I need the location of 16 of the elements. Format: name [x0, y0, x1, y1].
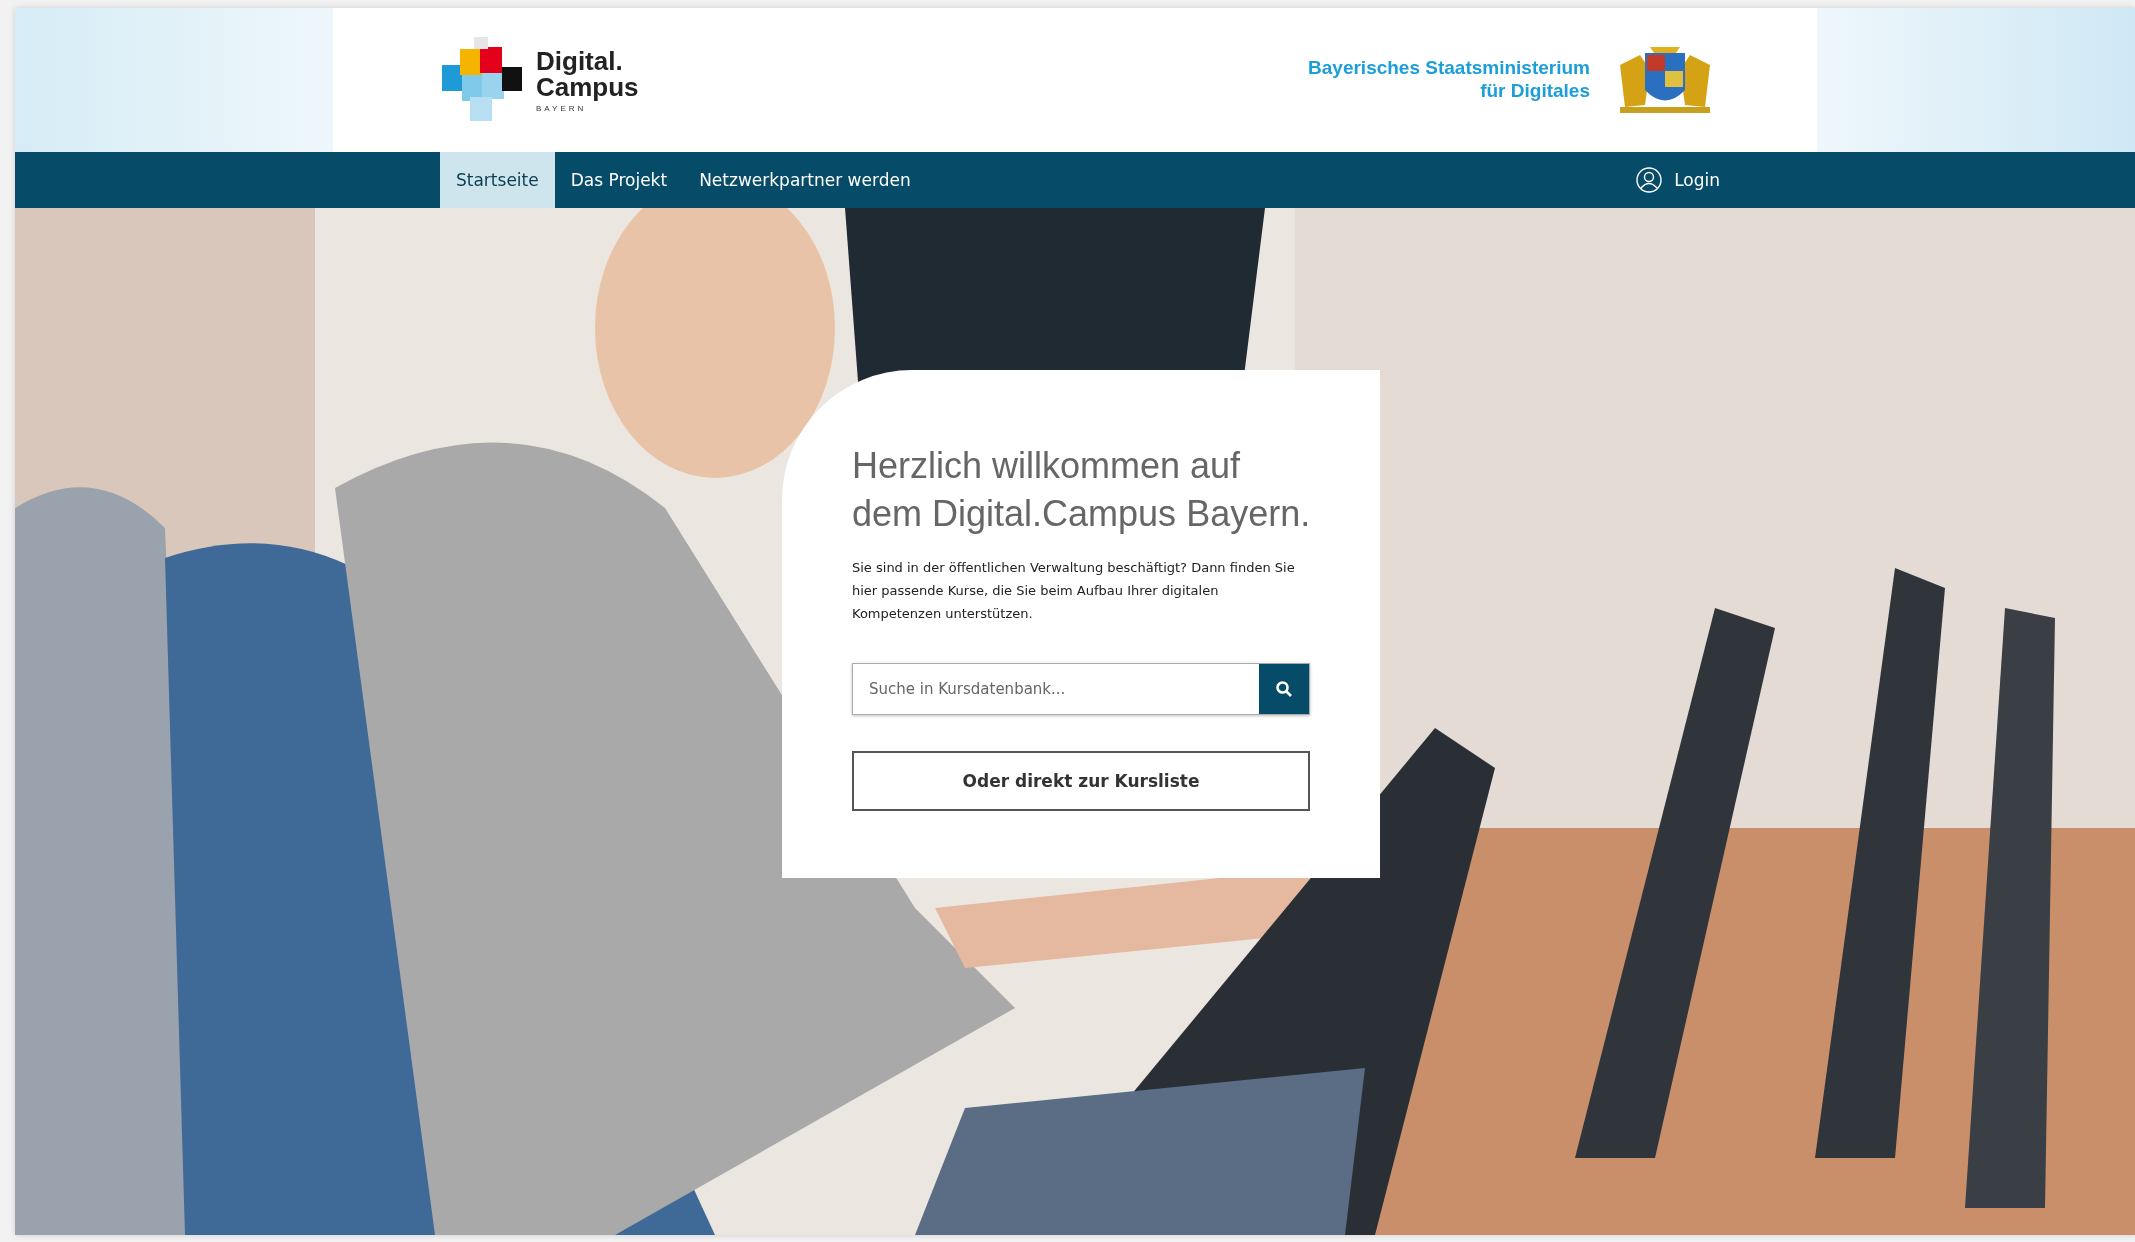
- logo-tagline: BAYERN: [536, 103, 588, 113]
- nav-link[interactable]: Netzwerkpartner werden: [683, 152, 927, 208]
- nav-link[interactable]: Startseite: [440, 152, 555, 208]
- nav-link[interactable]: Das Projekt: [554, 152, 684, 208]
- ministry-name: Bayerisches Staatsministerium: [1308, 57, 1590, 80]
- ministry-name: für Digitales: [1480, 80, 1590, 103]
- welcome-heading: dem Digital.Campus Bayern.: [852, 492, 1310, 536]
- search-field[interactable]: Suche in Kursdatenbank...: [852, 663, 1310, 715]
- intro-text: Sie sind in der öffentlichen Verwaltung beschäftigt? Dann finden Sie hier passende Kurse, die Sie beim Aufbau Ihrer digitalen Kompetenzen unterstützen.: [852, 559, 1296, 623]
- welcome-heading: Herzlich willkommen auf: [852, 444, 1242, 488]
- search-button[interactable]: [1259, 664, 1309, 714]
- login-link[interactable]: Login: [1636, 152, 1720, 208]
- user-icon: [1636, 167, 1663, 193]
- course-list-button[interactable]: Oder direkt zur Kursliste: [852, 751, 1310, 811]
- logo-text: Digital.: [536, 47, 624, 74]
- search-icon: [1275, 680, 1293, 698]
